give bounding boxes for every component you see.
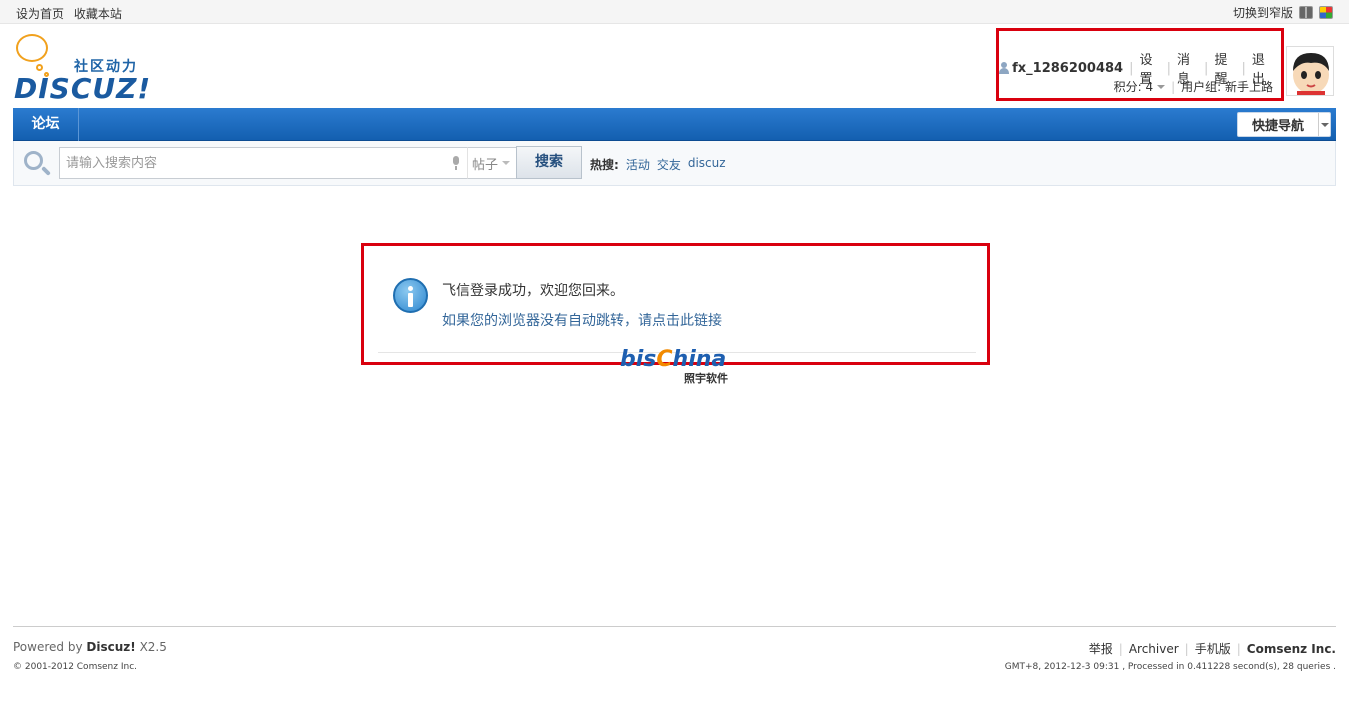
search-input[interactable] [59, 147, 471, 179]
search-bar: 帖子 搜索 热搜: 活动 交友 discuz [13, 141, 1336, 186]
footer-stats: GMT+8, 2012-12-3 09:31 , Processed in 0.… [1004, 662, 1336, 672]
user-stats: 积分: 4 | 用户组: 新手上路 [1114, 78, 1273, 95]
separator: | [1204, 60, 1209, 76]
search-type-value: 帖子 [472, 157, 499, 173]
powered-brand-link[interactable]: Discuz! [86, 640, 135, 654]
mobile-link[interactable]: 手机版 [1195, 640, 1231, 657]
info-icon [393, 278, 428, 313]
separator: | [1236, 641, 1241, 656]
chevron-down-icon[interactable] [1157, 84, 1166, 89]
usergroup-link[interactable]: 用户组: 新手上路 [1181, 78, 1273, 95]
logo-bubble-icon [16, 34, 48, 62]
site-logo[interactable]: 社区动力 DISCUZ! [14, 34, 154, 105]
separator: | [1184, 641, 1189, 656]
logo-dot [36, 64, 43, 71]
company-link[interactable]: Comsenz Inc. [1247, 642, 1336, 656]
separator: | [1118, 641, 1123, 656]
main-nav: 论坛 快捷导航 [13, 108, 1336, 141]
user-icon [999, 62, 1010, 74]
set-home-link[interactable]: 设为首页 [16, 7, 64, 21]
switch-width-link[interactable]: 切换到窄版 [1233, 4, 1293, 21]
search-icon [22, 149, 52, 179]
logo-wordmark: DISCUZ! [14, 72, 152, 105]
top-links: 设为首页 收藏本站 [16, 5, 128, 22]
powered-version: X2.5 [139, 640, 167, 654]
hot-search-label: 热搜: [590, 158, 619, 172]
quick-nav-label: 快捷导航 [1251, 119, 1304, 134]
watermark-subtitle: 照宇软件 [684, 372, 728, 385]
archiver-link[interactable]: Archiver [1129, 642, 1179, 656]
top-right: 切换到窄版 [1233, 4, 1333, 21]
avatar-image [1287, 47, 1333, 95]
separator: | [1171, 79, 1176, 94]
nav-item-forum[interactable]: 论坛 [13, 108, 79, 141]
width-toggle-icon[interactable] [1299, 6, 1313, 19]
report-link[interactable]: 举报 [1089, 640, 1113, 657]
quick-nav-button[interactable]: 快捷导航 [1237, 112, 1331, 137]
powered-prefix: Powered by [13, 640, 83, 654]
powered-by: Powered by Discuz! X2.5 [13, 640, 167, 654]
footer-divider [13, 626, 1336, 627]
hot-searches: 热搜: 活动 交友 discuz [590, 156, 726, 173]
credits-dropdown[interactable]: 积分: 4 [1114, 78, 1154, 95]
separator: | [1129, 60, 1134, 76]
microphone-icon[interactable] [452, 156, 460, 170]
search-button[interactable]: 搜索 [516, 146, 582, 179]
hot-search-link[interactable]: 交友 [657, 156, 681, 173]
hot-search-link[interactable]: 活动 [626, 156, 650, 173]
copyright: © 2001-2012 Comsenz Inc. [13, 662, 138, 672]
message-text: 飞信登录成功，欢迎您回来。 [442, 283, 624, 299]
watermark-word: bisChina [620, 347, 727, 372]
redirect-link[interactable]: 如果您的浏览器没有自动跳转，请点击此链接 [442, 310, 722, 330]
chevron-down-icon [1318, 113, 1330, 136]
top-bar: 设为首页 收藏本站 切换到窄版 [0, 0, 1349, 24]
footer-links: 举报 | Archiver | 手机版 | Comsenz Inc. [1089, 640, 1336, 657]
hot-search-link[interactable]: discuz [688, 156, 726, 173]
chevron-down-icon [502, 161, 511, 165]
watermark-logo: bisChina 照宇软件 [620, 343, 732, 385]
bookmark-link[interactable]: 收藏本站 [74, 7, 122, 21]
theme-switch-icon[interactable] [1319, 6, 1333, 19]
user-info-box: fx_1286200484 | 设置 | 消息 | 提醒 | 退出 积分: 4 … [996, 28, 1284, 101]
search-type-select[interactable]: 帖子 [467, 147, 517, 179]
username-link[interactable]: fx_1286200484 [1012, 61, 1123, 76]
avatar[interactable] [1286, 46, 1334, 96]
separator: | [1241, 60, 1246, 76]
separator: | [1166, 60, 1171, 76]
